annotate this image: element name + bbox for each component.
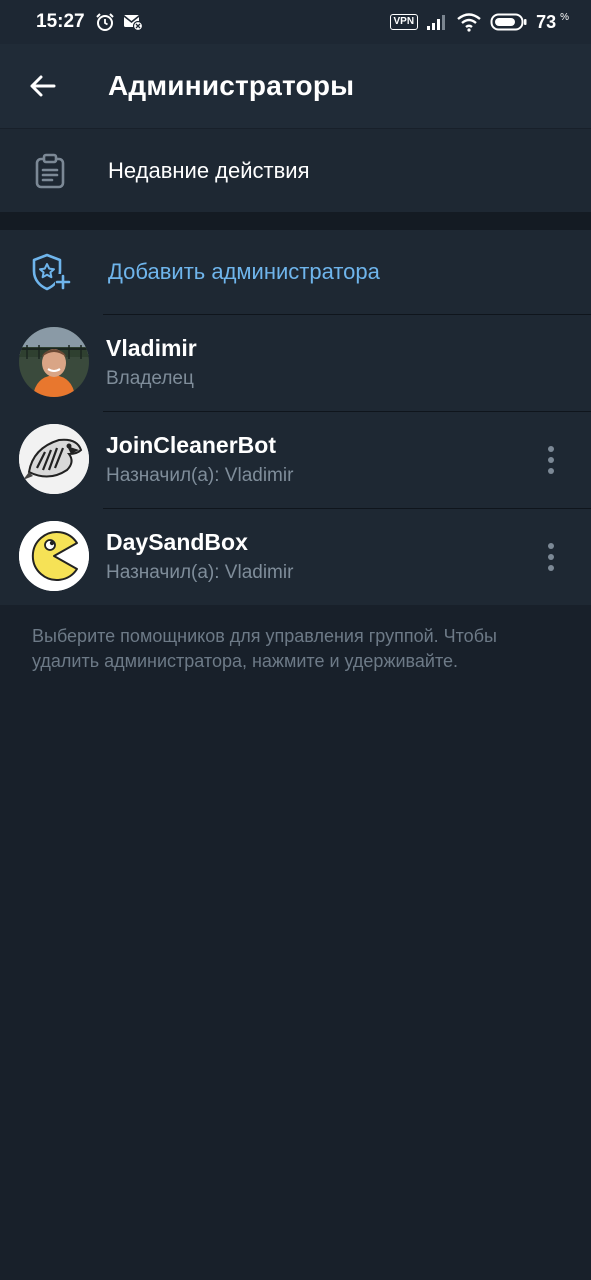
add-admin-label: Добавить администратора (108, 259, 380, 284)
wifi-icon (457, 13, 481, 32)
recent-actions-row[interactable]: Недавние действия (0, 129, 591, 212)
admins-hint-text: Выберите помощников для управления групп… (32, 626, 497, 671)
admin-subtitle: Назначил(а): Vladimir (106, 562, 294, 583)
shield-star-plus-icon (32, 253, 71, 291)
row-divider (103, 314, 591, 315)
row-divider (103, 508, 591, 509)
admin-name: Vladimir (106, 335, 197, 361)
status-bar: 15:27 VPN 73 % (0, 0, 591, 44)
status-time: 15:27 (36, 11, 85, 32)
admin-row-vladimir[interactable]: Vladimir Владелец (0, 314, 591, 411)
app-bar: Администраторы (0, 44, 591, 128)
admin-row-daysandbox[interactable]: DaySandBox Назначил(а): Vladimir (0, 508, 591, 605)
alarm-icon (95, 13, 114, 31)
admin-subtitle: Владелец (106, 368, 194, 389)
more-vert-icon (548, 446, 554, 452)
avatar-vladimir (19, 327, 89, 397)
battery-icon (490, 13, 527, 31)
admin-row-joincleanerbot[interactable]: JoinCleanerBot Назначил(а): Vladimir (0, 411, 591, 508)
arrow-left-icon (30, 75, 56, 97)
admin-name: DaySandBox (106, 529, 248, 555)
row-divider (103, 411, 591, 412)
recent-actions-label: Недавние действия (108, 157, 310, 183)
more-options-button[interactable] (533, 535, 569, 579)
vpn-badge: VPN (389, 14, 419, 30)
admin-name: JoinCleanerBot (106, 432, 276, 458)
back-button[interactable] (0, 44, 84, 128)
clipboard-icon (35, 153, 65, 188)
battery-percent: 73 (536, 11, 557, 32)
section-divider (0, 212, 591, 230)
mail-muted-icon (123, 15, 143, 31)
page-title: Администраторы (108, 70, 355, 101)
avatar-daysandbox (19, 521, 89, 591)
battery-percent-sign: % (560, 11, 569, 23)
add-admin-button[interactable]: Добавить администратора (0, 230, 591, 314)
avatar-joincleanerbot (19, 424, 89, 494)
admin-subtitle: Назначил(а): Vladimir (106, 465, 294, 486)
admins-section: Добавить администратора Vladimir Владеле… (0, 230, 591, 605)
more-options-button[interactable] (533, 438, 569, 482)
more-vert-icon (548, 543, 554, 549)
signal-icon (427, 15, 446, 30)
